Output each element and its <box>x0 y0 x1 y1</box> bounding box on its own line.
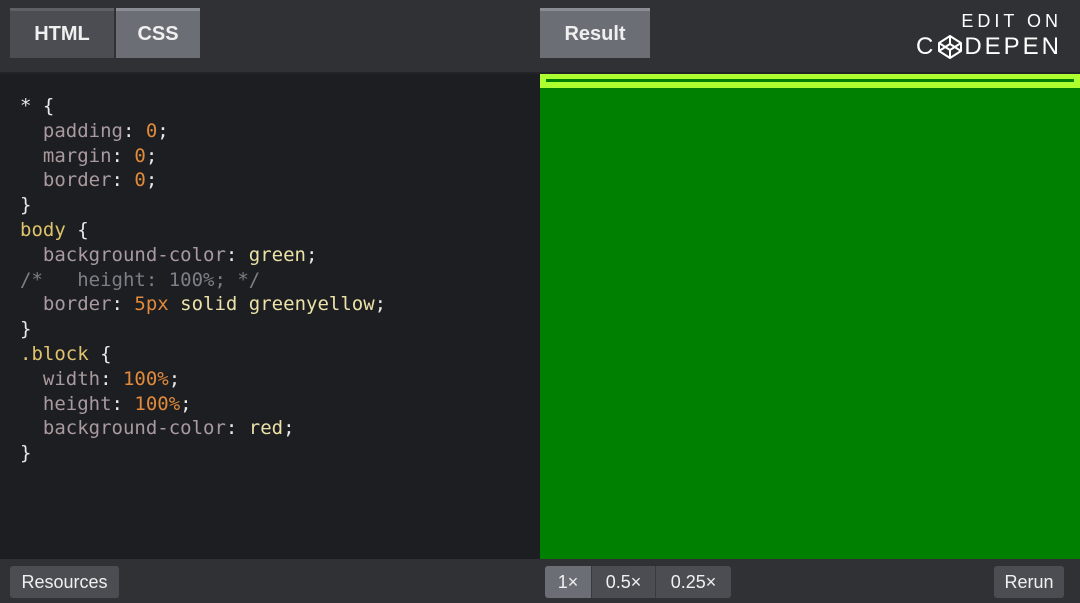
code-line: margin: 0; <box>20 144 386 169</box>
result-preview <box>540 74 1080 559</box>
body-border <box>540 74 1080 88</box>
codepen-cube-icon <box>938 35 963 59</box>
codepen-logo: C DEPEN <box>916 32 1062 62</box>
zoom-0-25x-button[interactable]: 0.25× <box>656 566 731 598</box>
zoom-0-5x-button[interactable]: 0.5× <box>592 566 656 598</box>
code-token: background-color <box>20 243 226 266</box>
code-line: padding: 0; <box>20 119 386 144</box>
code-line: width: 100%; <box>20 367 386 392</box>
code-token: 5px <box>134 293 169 316</box>
code-token: * { <box>20 95 55 117</box>
code-line: /* height: 100%; */ <box>20 268 386 293</box>
code-token: : <box>100 367 123 390</box>
edit-on-label: EDIT ON <box>961 11 1062 31</box>
code-token: 0 <box>134 169 146 192</box>
bottom-bar: Resources 1× 0.5× 0.25× Rerun <box>0 559 1080 603</box>
code-token: ; <box>145 144 158 167</box>
code-token: { <box>88 342 112 365</box>
rerun-button[interactable]: Rerun <box>994 566 1064 598</box>
code-line: background-color: green; <box>20 243 386 268</box>
code-token: .block <box>20 342 89 365</box>
code-token: : <box>111 144 135 167</box>
code-token: 100% <box>122 367 169 390</box>
code-token: : <box>122 119 146 142</box>
code-line: } <box>20 441 386 466</box>
code-token: : <box>111 293 135 316</box>
code-line: height: 100%; <box>20 392 386 417</box>
zoom-1x-button[interactable]: 1× <box>545 566 592 598</box>
code-token: ; <box>168 367 181 390</box>
code-token: 100% <box>134 392 181 415</box>
code-line: border: 5px solid greenyellow; <box>20 292 386 317</box>
code-token: : <box>225 417 249 440</box>
code-line: border: 0; <box>20 168 386 193</box>
code-token: : <box>111 392 135 415</box>
code-token: border <box>20 169 112 192</box>
code-token: : <box>225 243 249 266</box>
code-line: } <box>20 193 386 218</box>
code-token: margin <box>20 144 112 167</box>
css-code[interactable]: * { padding: 0; margin: 0; border: 0;} bo… <box>20 94 386 466</box>
code-token: red <box>248 417 284 440</box>
code-token: 0 <box>145 119 158 142</box>
resources-button[interactable]: Resources <box>10 566 119 598</box>
codepen-logo-suffix: DEPEN <box>964 33 1062 60</box>
code-line: } <box>20 317 386 342</box>
top-bar: HTML CSS Result EDIT ON C DEPEN <box>0 0 1080 74</box>
code-token: ; <box>157 119 169 142</box>
code-token: ; <box>283 417 295 440</box>
code-token: solid greenyellow <box>168 293 375 316</box>
code-token: 0 <box>134 144 146 167</box>
code-token: green <box>248 243 306 266</box>
code-line: .block { <box>20 342 386 367</box>
tab-result[interactable]: Result <box>540 8 650 58</box>
code-token: { <box>65 218 89 241</box>
zoom-controls: 1× 0.5× 0.25× <box>545 566 731 598</box>
code-token: background-color <box>20 417 226 440</box>
code-token: body <box>20 218 66 241</box>
code-token: border <box>20 293 112 316</box>
code-token: : <box>111 169 135 192</box>
code-token: ; <box>180 392 192 415</box>
code-token: ; <box>374 293 387 316</box>
code-token: height <box>20 392 112 415</box>
code-line: * { <box>20 94 386 119</box>
code-token: } <box>20 318 32 341</box>
code-line: body { <box>20 218 386 243</box>
code-token: } <box>20 194 32 217</box>
code-token: ; <box>306 243 318 266</box>
code-token: padding <box>20 119 123 142</box>
tab-css[interactable]: CSS <box>116 8 200 58</box>
css-editor[interactable]: * { padding: 0; margin: 0; border: 0;} bo… <box>0 74 540 559</box>
code-token: width <box>20 367 101 390</box>
code-line: background-color: red; <box>20 416 386 441</box>
code-token: ; <box>145 169 158 192</box>
code-token: } <box>20 442 32 465</box>
edit-on-codepen-link[interactable]: EDIT ON C DEPEN <box>916 10 1062 62</box>
tab-html[interactable]: HTML <box>10 8 114 58</box>
codepen-logo-prefix: C <box>915 33 937 60</box>
code-token: /* height: 100%; */ <box>20 268 261 291</box>
